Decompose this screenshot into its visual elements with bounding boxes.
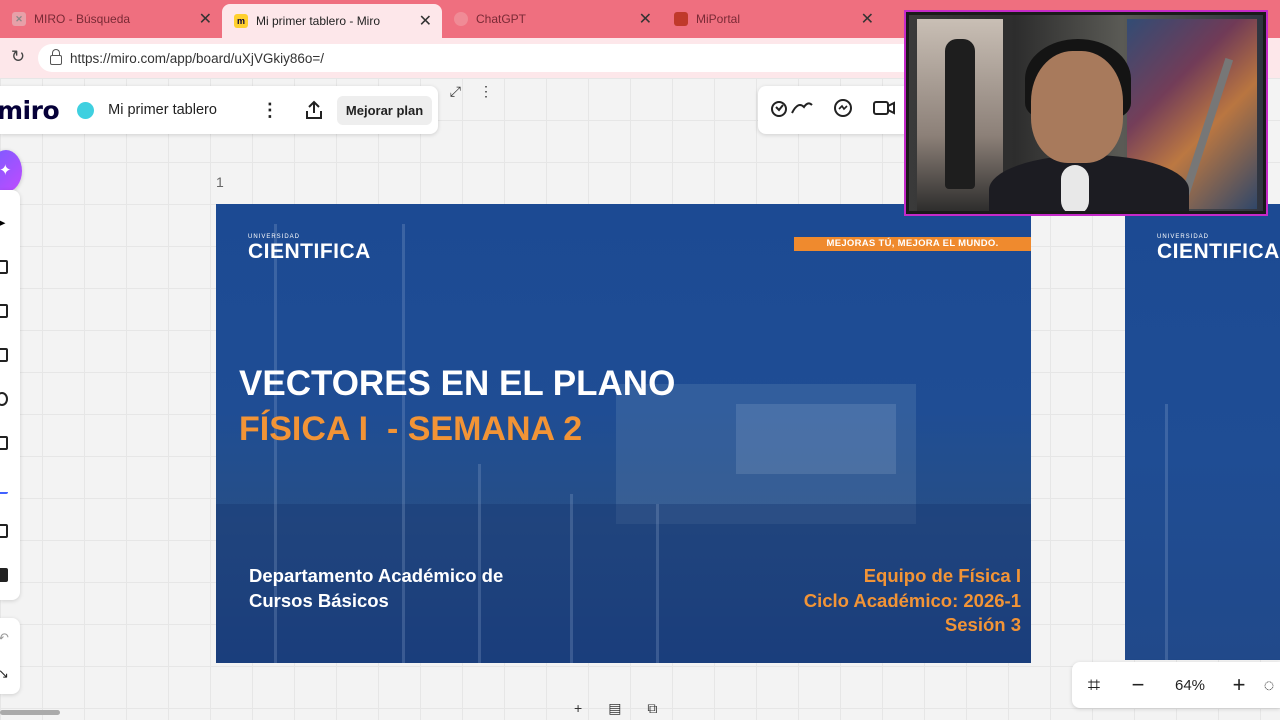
tab-title: MIRO - Búsqueda [34,12,131,26]
select-tool-icon[interactable]: ➤ [0,216,6,230]
fullscreen-icon[interactable]: ⤢ [450,83,461,100]
zoom-in-icon[interactable]: + [1220,672,1258,698]
url-field[interactable]: https://miro.com/app/board/uXjVGkiy86o=/ [38,44,918,72]
miro-favicon-icon: m [234,14,248,28]
close-tab-icon[interactable]: ✕ [861,9,874,29]
chat-icon[interactable] [832,97,854,124]
logo-name: CIENTIFICA [248,240,371,263]
team-text: Equipo de Física I Ciclo Académico: 2026… [804,564,1021,638]
text-tool-icon[interactable] [0,304,8,318]
tab-title: MiPortal [696,12,741,26]
layout-icon[interactable]: ▤ [608,700,621,717]
presentation-slide-frame[interactable]: UNIVERSIDAD CIENTIFICA MEJORAS TÚ, MEJOR… [216,204,1031,663]
templates-tool-icon[interactable] [0,260,8,274]
pen-tool-icon[interactable] [0,480,8,494]
url-text: https://miro.com/app/board/uXjVGkiy86o=/ [70,50,325,66]
zoom-out-icon[interactable]: − [1116,672,1160,698]
team-line: Sesión 3 [944,614,1021,635]
tab-miro-busqueda[interactable]: ✕ MIRO - Búsqueda ✕ [0,0,222,38]
redo-icon[interactable]: ↘ [0,666,9,682]
more-tools-icon[interactable] [0,568,8,582]
help-icon[interactable]: ◌ [1258,675,1280,696]
presentation-slide-frame-2[interactable]: UNIVERSIDAD CIENTIFICA [1125,204,1280,660]
export-icon[interactable] [303,99,325,121]
zoom-level[interactable]: 64% [1160,677,1220,694]
slogan-banner: MEJORAS TÚ, MEJORA EL MUNDO. [794,237,1031,251]
add-frame-icon[interactable]: + [574,700,582,717]
team-line: Ciclo Académico: 2026-1 [803,589,1021,611]
tab-miportal[interactable]: MiPortal ✕ [662,0,884,38]
zoom-controls: ⌗ − 64% + ◌ [1072,662,1280,708]
undo-redo-panel: ↶ ↘ [0,618,20,694]
fit-to-screen-icon[interactable]: ⌗ [1072,672,1116,698]
logo-name: CIENTIFICA [1157,240,1280,263]
university-logo: UNIVERSIDAD CIENTIFICA [1157,234,1280,264]
poster-figure [945,39,975,189]
close-tab-icon[interactable]: ✕ [419,11,432,31]
lock-icon [50,49,62,65]
frame-bottom-tools: + ▤ ⧉ [574,700,657,717]
board-name[interactable]: Mi primer tablero [108,102,217,118]
slide-title: VECTORES EN EL PLANO [239,364,676,403]
present-icon[interactable]: ⧉ [647,700,657,717]
undo-icon[interactable]: ↶ [0,630,9,646]
video-call-icon[interactable] [872,97,896,124]
board-status-icon [77,101,95,119]
webcam-overlay [906,12,1266,214]
reload-icon[interactable]: ↻ [8,47,28,67]
more-icon[interactable]: ⋮ [479,83,493,100]
university-logo: UNIVERSIDAD CIENTIFICA [248,234,371,264]
reactions-icon[interactable] [770,97,814,124]
upgrade-plan-button[interactable]: Mejorar plan [336,95,433,125]
board-menu-icon[interactable]: ⋮ [261,100,279,121]
board-header-panel: miro Mi primer tablero ⋮ Mejorar plan [0,86,438,134]
horizontal-scrollbar[interactable] [0,710,60,715]
department-line: Departamento Académico de [249,565,504,586]
slide-subtitle: FÍSICA I - SEMANA 2 [239,410,583,448]
miro-logo[interactable]: miro [0,96,60,125]
tab-chatgpt[interactable]: ChatGPT ✕ [442,0,662,38]
left-toolbar: ➤ [0,190,20,600]
department-text: Departamento Académico de Cursos Básicos [249,564,503,613]
department-line: Cursos Básicos [249,589,389,611]
shapes-tool-icon[interactable] [0,392,8,406]
tab-title: Mi primer tablero - Miro [256,14,381,28]
team-line: Equipo de Física I [863,565,1021,586]
close-tab-icon[interactable]: ✕ [199,9,212,29]
connection-tool-icon[interactable] [0,436,8,450]
tab-title: ChatGPT [476,12,527,26]
close-tab-icon[interactable]: ✕ [639,9,652,29]
person-face [1031,51,1123,163]
chatgpt-favicon-icon [454,12,468,26]
collaboration-panel [758,86,918,134]
tab-mi-primer-tablero[interactable]: m Mi primer tablero - Miro ✕ [222,4,442,38]
background-pole [656,504,659,663]
frame-tool-icon[interactable] [0,524,8,538]
miportal-favicon-icon [674,12,688,26]
background-pole [570,494,573,663]
search-favicon-icon: ✕ [12,12,26,26]
sticky-note-tool-icon[interactable] [0,348,8,362]
background-building [736,404,896,474]
frame-number: 1 [216,174,224,190]
background-pole [1165,404,1168,660]
microphone [1061,165,1089,211]
